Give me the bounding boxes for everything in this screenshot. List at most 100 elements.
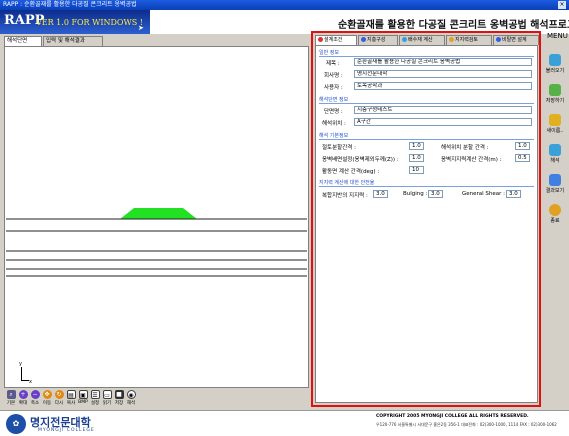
design-conditions-icon xyxy=(318,37,323,42)
save-button[interactable]: ■ 저장 xyxy=(114,390,124,406)
rename-icon xyxy=(549,114,561,126)
tool-label: 설정 xyxy=(90,401,100,406)
slice-interval-label: 절토분할간격 : xyxy=(322,145,356,151)
user-input[interactable]: 토목공학과 xyxy=(354,82,532,90)
wall-setting-label: 옹벽배면설정(옹벽제외두께(Z)) : xyxy=(322,157,399,163)
side-menu-label: 저장하기 xyxy=(545,98,565,104)
design-tab-bar: 설계조건 지층구성 배수재 계산 지지력검토 비탈면 설계 xyxy=(315,35,539,45)
section-basic-title: 해석 기본정보 xyxy=(319,133,349,139)
pan-button[interactable]: ✥ 이동 xyxy=(42,390,52,406)
default-view-button[interactable]: ⌕ 기본 xyxy=(6,390,16,406)
open-icon: ▭ xyxy=(102,390,112,399)
load-button[interactable]: 불러오기 xyxy=(541,54,569,74)
tab-bearing[interactable]: 지지력검토 xyxy=(446,35,492,45)
tool-label: 읽기 xyxy=(102,401,112,406)
side-menu-label: 불러오기 xyxy=(545,68,565,74)
location-label: 해석위치 : xyxy=(322,121,346,127)
section-safety-title: 지지력 계산에 대한 안전율 xyxy=(319,180,375,186)
save-file-icon xyxy=(549,84,561,96)
settings-icon: ☰ xyxy=(90,390,100,399)
side-menu-label: 결과보기 xyxy=(545,188,565,194)
wall-setting-input[interactable]: 1.0 xyxy=(409,154,424,162)
tab-strata[interactable]: 지층구성 xyxy=(358,35,398,45)
tab-drainage[interactable]: 배수재 계산 xyxy=(399,35,445,45)
design-conditions-form: 일반 정보 제목 : 순환골재를 활용한 다공질 콘크리트 옹벽공법 회사명 :… xyxy=(315,45,538,403)
company-input[interactable]: 명지전문대학 xyxy=(354,70,532,78)
analyze-icon: ◉ xyxy=(126,390,136,399)
analysis-position-input[interactable]: 1.0 xyxy=(515,142,530,150)
bulging-label: Bulging : xyxy=(403,191,428,197)
section-drawing xyxy=(6,208,307,277)
zoom-in-button[interactable]: + 확대 xyxy=(18,390,28,406)
save-icon: ■ xyxy=(114,390,124,399)
menu-label: MENU xyxy=(547,32,568,40)
bmp-icon: ▣ xyxy=(78,390,88,399)
tool-label: 기본 xyxy=(6,401,16,406)
axis-x-line xyxy=(21,380,29,381)
address-text: 우120-776 서울특별시 서대문구 홍은2동 356-1 대표전화 : 02… xyxy=(376,422,557,427)
tab-label: 지지력검토 xyxy=(455,37,479,43)
tab-design-conditions[interactable]: 설계조건 xyxy=(315,35,357,45)
section-general-title: 일반 정보 xyxy=(319,50,339,56)
copy-button[interactable]: ▤ 복사 xyxy=(66,390,76,406)
zoom-out-icon: − xyxy=(30,390,40,399)
view-results-button[interactable]: 결과보기 xyxy=(541,174,569,194)
window-title-bar: RAPP : 순환골재를 활용한 다공질 콘크리트 옹벽공법 × xyxy=(0,0,569,10)
slice-interval-input[interactable]: 1.0 xyxy=(409,142,424,150)
redraw-icon: ↻ xyxy=(54,390,64,399)
zoom-out-button[interactable]: − 축소 xyxy=(30,390,40,406)
divider xyxy=(319,139,534,140)
tab-input-results[interactable]: 입력 및 해석결과 xyxy=(43,36,103,46)
tab-analysis-section[interactable]: 해석단면 xyxy=(4,36,42,46)
tab-label: 입력 및 해석결과 xyxy=(46,38,85,44)
divider xyxy=(319,56,534,57)
run-analysis-button[interactable]: 해석 xyxy=(541,144,569,164)
section-canvas[interactable]: y x xyxy=(4,46,309,388)
settings-button[interactable]: ☰ 설정 xyxy=(90,390,100,406)
tool-label: 해석 xyxy=(126,401,136,406)
company-label: 회사명 : xyxy=(324,73,343,79)
bmp-button[interactable]: ▣ BMP xyxy=(78,390,88,405)
copy-icon: ▤ xyxy=(66,390,76,399)
logo-version-text: VER 1.0 FOR WINDOWS ! xyxy=(36,18,143,27)
load-icon xyxy=(549,54,561,66)
location-input[interactable]: A구간 xyxy=(354,118,532,126)
side-menu-label: 종료 xyxy=(550,218,560,224)
tab-label: 비탈면 설계 xyxy=(502,37,527,43)
analysis-run-icon xyxy=(549,144,561,156)
rename-button[interactable]: 새이름.. xyxy=(541,114,569,134)
open-button[interactable]: ▭ 읽기 xyxy=(102,390,112,406)
analysis-position-label: 해석위치 분할 간격 : xyxy=(441,145,489,151)
tab-slope-design[interactable]: 비탈면 설계 xyxy=(493,35,539,45)
general-shear-input[interactable]: 3.0 xyxy=(506,190,521,198)
college-english-name: MYONGJI COLLEGE xyxy=(38,428,95,433)
tool-label: 복사 xyxy=(66,401,76,406)
exit-button[interactable]: 종료 xyxy=(541,204,569,224)
title-input[interactable]: 순환골재를 활용한 다공질 콘크리트 옹벽공법 xyxy=(354,58,532,66)
axis-y-line xyxy=(21,367,22,380)
compound-bearing-input[interactable]: 3.0 xyxy=(373,190,388,198)
bulging-input[interactable]: 3.0 xyxy=(428,190,443,198)
copyright-text: COPYRIGHT 2005 MYONGJI COLLEGE ALL RIGHT… xyxy=(376,414,529,419)
redraw-button[interactable]: ↻ 다시 xyxy=(54,390,64,406)
pan-icon: ✥ xyxy=(42,390,52,399)
tab-label: 지층구성 xyxy=(367,37,386,43)
save-file-button[interactable]: 저장하기 xyxy=(541,84,569,104)
axis-x-label: x xyxy=(29,379,32,385)
slope-shape xyxy=(120,208,197,219)
tab-label: 해석단면 xyxy=(7,38,28,44)
app-logo: RAPP VER 1.0 FOR WINDOWS ! ➤ xyxy=(0,10,150,34)
bearing-interval-input[interactable]: 0.5 xyxy=(515,154,530,162)
tool-label: BMP xyxy=(78,400,88,405)
tab-label: 설계조건 xyxy=(324,37,343,43)
close-icon[interactable]: × xyxy=(558,1,566,9)
analyze-button[interactable]: ◉ 해석 xyxy=(126,390,136,406)
tool-label: 다시 xyxy=(54,401,64,406)
side-menu-label: 해석 xyxy=(550,158,560,164)
divider xyxy=(319,103,534,104)
slip-interval-input[interactable]: 10 xyxy=(409,166,424,174)
section-name-input[interactable]: 지층구성테스트 xyxy=(354,106,532,114)
app-title: 순환골재를 활용한 다공질 콘크리트 옹벽공법 해석프로그램 xyxy=(338,20,569,31)
side-menu-label: 새이름.. xyxy=(546,128,564,134)
strata-icon xyxy=(361,37,366,42)
